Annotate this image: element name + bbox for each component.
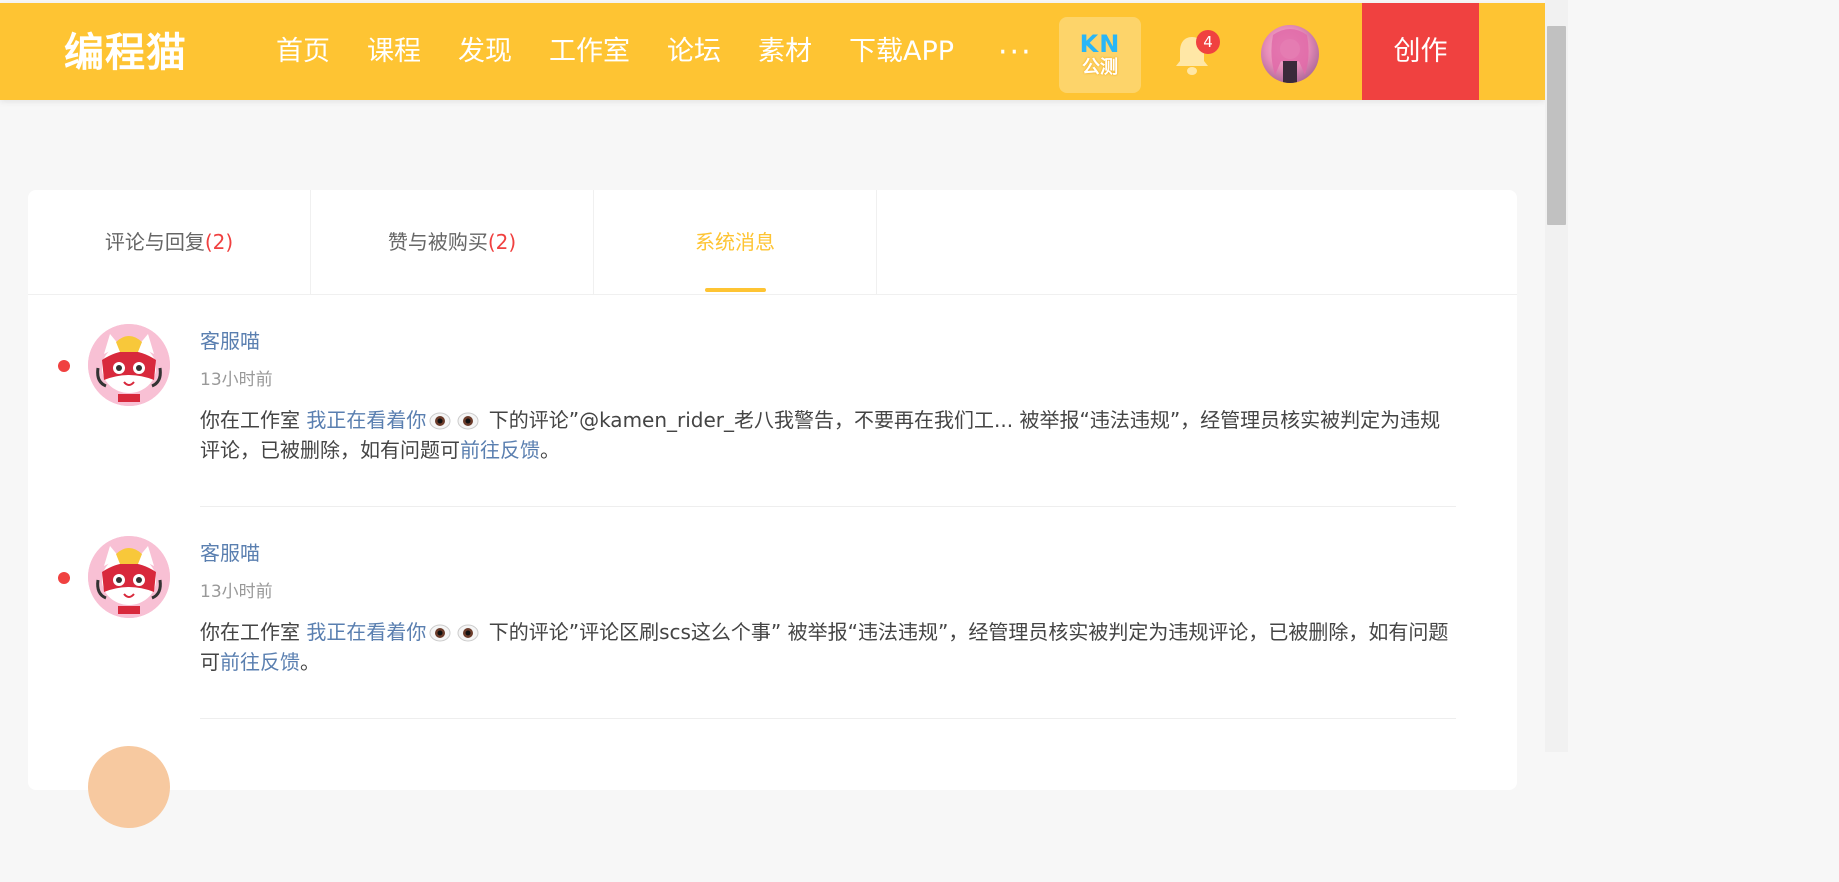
nav-discover[interactable]: 发现 (458, 3, 512, 100)
message-tabs: 评论与回复(2) 赞与被购买(2) 系统消息 (28, 190, 1517, 295)
tab-label: 评论与回复 (104, 230, 205, 254)
active-tab-indicator (705, 288, 766, 292)
nav-download-app[interactable]: 下载APP (849, 3, 954, 100)
nav-studio[interactable]: 工作室 (549, 3, 630, 100)
cat-mascot-icon (88, 324, 170, 406)
tab-likes-purchases[interactable]: 赞与被购买(2) (311, 190, 594, 294)
eye-icon (429, 624, 451, 642)
unread-dot (58, 360, 70, 372)
nav-home[interactable]: 首页 (276, 3, 330, 100)
message-body: 你在工作室 我正在看着你 下的评论”评论区刷scs这么个事” 被举报“违法违规”… (200, 617, 1460, 677)
tab-system-messages[interactable]: 系统消息 (594, 190, 877, 294)
create-button[interactable]: 创作 (1362, 3, 1479, 100)
message-divider (200, 718, 1456, 719)
notification-badge: 4 (1196, 30, 1220, 54)
nav-materials[interactable]: 素材 (758, 3, 812, 100)
message-suffix: 。 (540, 438, 560, 462)
cat-mascot-icon (88, 536, 170, 618)
nav-courses[interactable]: 课程 (367, 3, 421, 100)
tab-count: (2) (204, 230, 234, 254)
list-item: 客服喵 13小时前 你在工作室 我正在看着你 下的评论”评论区刷scs这么个事”… (28, 507, 1517, 719)
message-time: 13小时前 (200, 370, 273, 390)
user-avatar[interactable] (1261, 25, 1319, 83)
next-message-avatar[interactable] (88, 746, 170, 828)
message-time: 13小时前 (200, 582, 273, 602)
studio-link[interactable]: 我正在看着你 (306, 408, 426, 432)
tab-comments-replies[interactable]: 评论与回复(2) (28, 190, 311, 294)
tab-label: 系统消息 (695, 230, 775, 254)
tab-count: (2) (487, 230, 517, 254)
kn-badge-subtitle: 公测 (1082, 57, 1118, 78)
kn-badge-title: KN (1079, 30, 1121, 58)
eye-icon (429, 412, 451, 430)
message-body: 你在工作室 我正在看着你 下的评论”@kamen_rider_老八我警告，不要再… (200, 405, 1460, 465)
message-suffix: 。 (300, 650, 320, 674)
message-prefix: 你在工作室 (200, 408, 307, 432)
feedback-link[interactable]: 前往反馈 (220, 650, 300, 674)
studio-link[interactable]: 我正在看着你 (306, 620, 426, 644)
nav-forum[interactable]: 论坛 (667, 3, 721, 100)
feedback-link[interactable]: 前往反馈 (460, 438, 540, 462)
unread-dot (58, 572, 70, 584)
more-menu-icon[interactable]: ··· (998, 33, 1033, 73)
tab-label: 赞与被购买 (387, 230, 488, 254)
top-header: 编程猫 首页 课程 发现 工作室 论坛 素材 下载APP ··· KN 公测 4 (0, 3, 1545, 100)
message-prefix: 你在工作室 (200, 620, 307, 644)
eye-icon (457, 412, 479, 430)
tab-spacer (877, 190, 1160, 294)
sender-name[interactable]: 客服喵 (200, 538, 260, 568)
customer-service-avatar[interactable] (88, 536, 170, 618)
messages-card: 评论与回复(2) 赞与被购买(2) 系统消息 客服喵 13小时前 你在工作室 我… (28, 190, 1517, 790)
sender-name[interactable]: 客服喵 (200, 326, 260, 356)
list-item: 客服喵 13小时前 你在工作室 我正在看着你 下的评论”@kamen_rider… (28, 295, 1517, 507)
site-logo[interactable]: 编程猫 (64, 29, 187, 77)
avatar-image (1271, 29, 1309, 83)
customer-service-avatar[interactable] (88, 324, 170, 406)
eye-icon (457, 624, 479, 642)
kn-beta-button[interactable]: KN 公测 (1059, 17, 1141, 93)
scrollbar-thumb[interactable] (1547, 26, 1566, 225)
main-nav: 首页 课程 发现 工作室 论坛 素材 下载APP (276, 3, 991, 100)
